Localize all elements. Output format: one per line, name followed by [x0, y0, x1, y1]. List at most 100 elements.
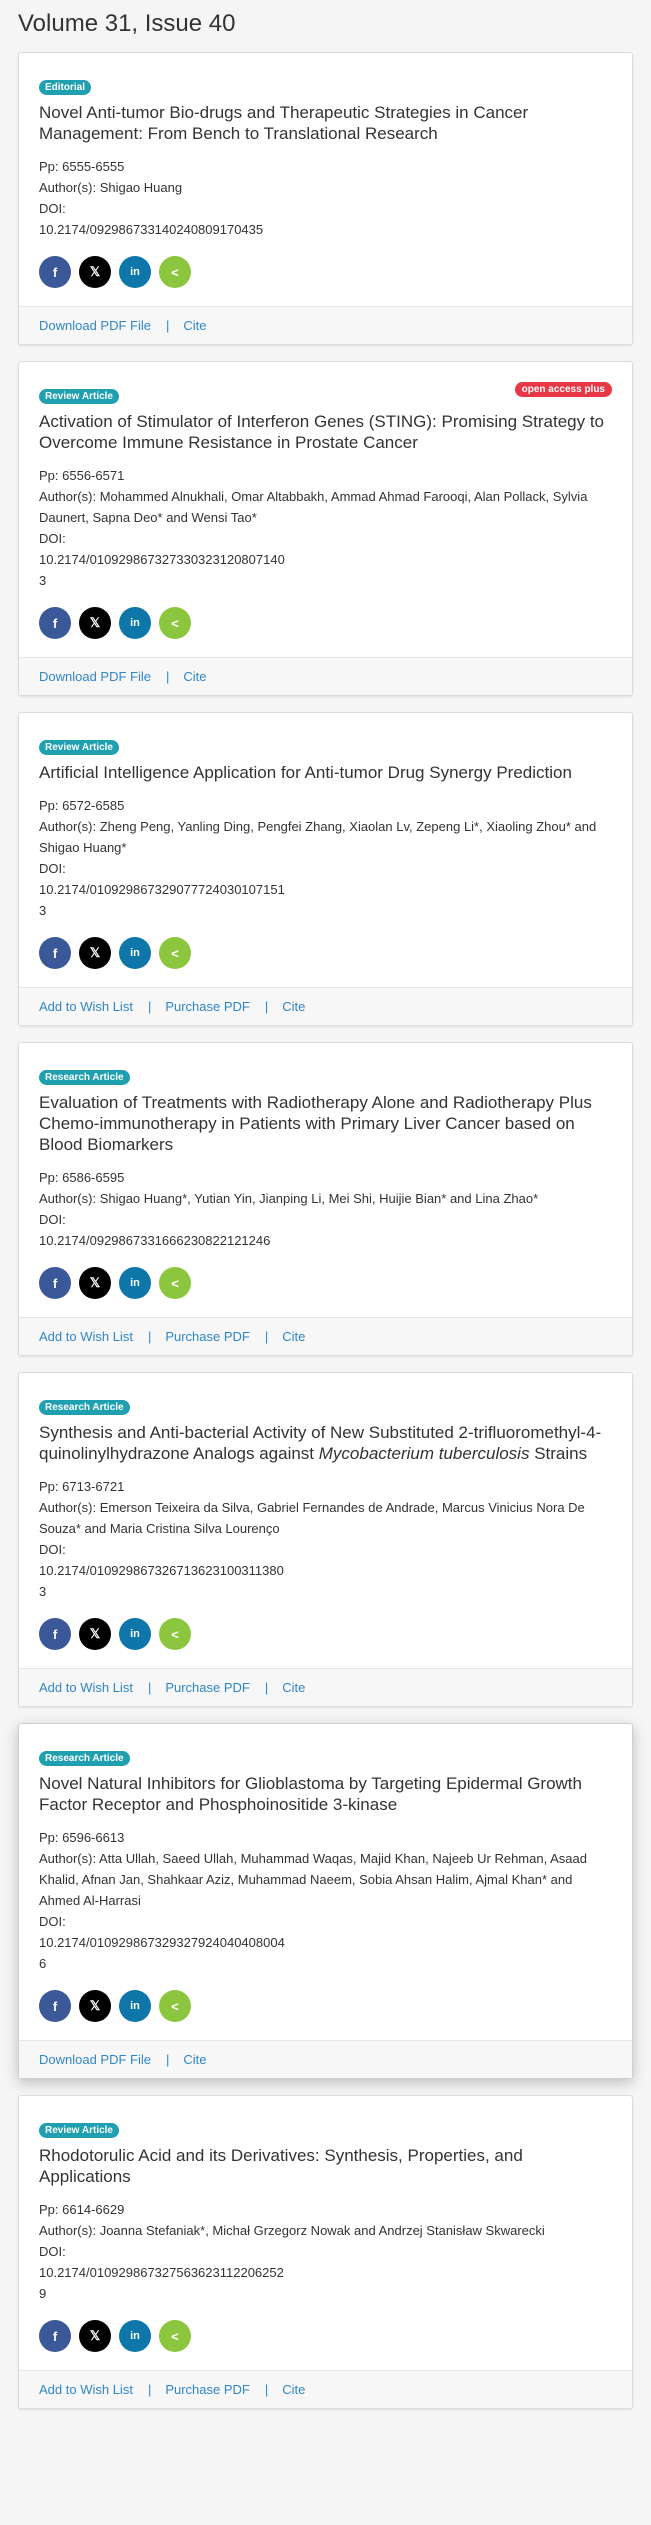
- article-pages: Pp: 6572-6585: [39, 795, 612, 816]
- article-list: Editorial Novel Anti-tumor Bio-drugs and …: [0, 52, 651, 2409]
- add-to-wishlist-link[interactable]: Add to Wish List: [39, 999, 133, 1014]
- purchase-pdf-link[interactable]: Purchase PDF: [165, 2382, 250, 2397]
- share-icon[interactable]: <: [159, 2320, 191, 2352]
- add-to-wishlist-link[interactable]: Add to Wish List: [39, 1680, 133, 1695]
- doi-value[interactable]: 10.2174/092986733140240809170435: [39, 219, 612, 240]
- x-icon[interactable]: 𝕏: [79, 2320, 111, 2352]
- article-title[interactable]: Rhodotorulic Acid and its Derivatives: S…: [39, 2145, 612, 2187]
- share-icon[interactable]: <: [159, 256, 191, 288]
- doi-value[interactable]: 10.2174/0929867331666230822121246: [39, 1230, 612, 1251]
- article-actions: Download PDF File | Cite: [19, 2040, 632, 2078]
- authors-value: Atta Ullah, Saeed Ullah, Muhammad Waqas,…: [39, 1851, 587, 1908]
- share-icon[interactable]: <: [159, 937, 191, 969]
- cite-link[interactable]: Cite: [282, 2382, 305, 2397]
- linkedin-icon[interactable]: in: [119, 1618, 151, 1650]
- authors-label: Author(s):: [39, 1851, 99, 1866]
- link-separator: |: [264, 1680, 269, 1695]
- facebook-icon[interactable]: f: [39, 1990, 71, 2022]
- pages-value: 6614-6629: [62, 2202, 125, 2217]
- link-separator: |: [147, 2382, 152, 2397]
- article-title[interactable]: Evaluation of Treatments with Radiothera…: [39, 1092, 612, 1155]
- purchase-pdf-link[interactable]: Purchase PDF: [165, 1680, 250, 1695]
- article-title[interactable]: Artificial Intelligence Application for …: [39, 762, 612, 783]
- linkedin-icon[interactable]: in: [119, 256, 151, 288]
- article-body: Review Article Rhodotorulic Acid and its …: [19, 2096, 632, 2370]
- doi-value[interactable]: 10.2174/010929867327330323120807140: [39, 549, 612, 570]
- authors-label: Author(s):: [39, 1500, 100, 1515]
- share-icon[interactable]: <: [159, 607, 191, 639]
- doi-label: DOI:: [39, 1212, 66, 1227]
- facebook-icon[interactable]: f: [39, 2320, 71, 2352]
- doi-value[interactable]: 10.2174/010929867326713623100311380: [39, 1560, 612, 1581]
- x-icon[interactable]: 𝕏: [79, 1267, 111, 1299]
- article-title-part: Strains: [529, 1444, 588, 1463]
- article-authors: Author(s): Shigao Huang*, Yutian Yin, Ji…: [39, 1188, 612, 1209]
- link-separator: |: [264, 1329, 269, 1344]
- facebook-icon[interactable]: f: [39, 937, 71, 969]
- cite-link[interactable]: Cite: [282, 1680, 305, 1695]
- article-type-badge: Review Article: [39, 2123, 119, 2138]
- linkedin-icon[interactable]: in: [119, 607, 151, 639]
- article-card: Research Article Evaluation of Treatments…: [18, 1042, 633, 1356]
- pages-label: Pp:: [39, 2202, 63, 2217]
- link-separator: |: [166, 2052, 170, 2067]
- facebook-icon[interactable]: f: [39, 1267, 71, 1299]
- pages-label: Pp:: [39, 1830, 63, 1845]
- linkedin-icon[interactable]: in: [119, 2320, 151, 2352]
- citation-count: 3: [39, 1584, 47, 1599]
- pages-label: Pp:: [39, 468, 63, 483]
- doi-value[interactable]: 10.2174/010929867327563623112206252: [39, 2262, 612, 2283]
- citation-count: 3: [39, 903, 47, 918]
- share-icon[interactable]: <: [159, 1618, 191, 1650]
- doi-value[interactable]: 10.2174/010929867329327924040408004: [39, 1932, 612, 1953]
- article-authors: Author(s): Joanna Stefaniak*, Michał Grz…: [39, 2220, 612, 2241]
- cite-link[interactable]: Cite: [183, 318, 206, 333]
- cite-link[interactable]: Cite: [183, 2052, 206, 2067]
- link-separator: |: [147, 1329, 152, 1344]
- article-type-badge: Research Article: [39, 1751, 130, 1766]
- article-type-badge: Review Article: [39, 389, 119, 404]
- linkedin-icon[interactable]: in: [119, 1267, 151, 1299]
- doi-value[interactable]: 10.2174/010929867329077724030107151: [39, 879, 612, 900]
- x-icon[interactable]: 𝕏: [79, 256, 111, 288]
- article-title[interactable]: Activation of Stimulator of Interferon G…: [39, 411, 612, 453]
- facebook-icon[interactable]: f: [39, 607, 71, 639]
- linkedin-icon[interactable]: in: [119, 937, 151, 969]
- download-pdf-link[interactable]: Download PDF File: [39, 2052, 151, 2067]
- x-icon[interactable]: 𝕏: [79, 1618, 111, 1650]
- purchase-pdf-link[interactable]: Purchase PDF: [165, 999, 250, 1014]
- cite-link[interactable]: Cite: [282, 999, 305, 1014]
- share-buttons: f 𝕏in <: [39, 591, 612, 657]
- article-body: Research Article Synthesis and Anti-bacte…: [19, 1373, 632, 1668]
- add-to-wishlist-link[interactable]: Add to Wish List: [39, 1329, 133, 1344]
- article-type-badge: Research Article: [39, 1400, 130, 1415]
- article-actions: Add to Wish List | Purchase PDF | Cite: [19, 987, 632, 1025]
- share-icon[interactable]: <: [159, 1267, 191, 1299]
- cite-link[interactable]: Cite: [282, 1329, 305, 1344]
- article-title[interactable]: Synthesis and Anti-bacterial Activity of…: [39, 1422, 612, 1464]
- x-icon[interactable]: 𝕏: [79, 607, 111, 639]
- linkedin-icon[interactable]: in: [119, 1990, 151, 2022]
- facebook-icon[interactable]: f: [39, 1618, 71, 1650]
- citation-count: 9: [39, 2286, 47, 2301]
- pages-value: 6572-6585: [62, 798, 125, 813]
- share-buttons: f 𝕏in <: [39, 240, 612, 306]
- authors-label: Author(s):: [39, 2223, 100, 2238]
- purchase-pdf-link[interactable]: Purchase PDF: [165, 1329, 250, 1344]
- facebook-icon[interactable]: f: [39, 256, 71, 288]
- add-to-wishlist-link[interactable]: Add to Wish List: [39, 2382, 133, 2397]
- page-title: Volume 31, Issue 40: [18, 10, 236, 37]
- cite-link[interactable]: Cite: [183, 669, 206, 684]
- article-authors: Author(s): Atta Ullah, Saeed Ullah, Muha…: [39, 1848, 612, 1911]
- link-separator: |: [264, 999, 269, 1014]
- share-icon[interactable]: <: [159, 1990, 191, 2022]
- pages-value: 6713-6721: [62, 1479, 125, 1494]
- article-title[interactable]: Novel Natural Inhibitors for Glioblastom…: [39, 1773, 612, 1815]
- x-icon[interactable]: 𝕏: [79, 1990, 111, 2022]
- article-title[interactable]: Novel Anti-tumor Bio-drugs and Therapeut…: [39, 102, 612, 144]
- x-icon[interactable]: 𝕏: [79, 937, 111, 969]
- share-buttons: f 𝕏in <: [39, 2304, 612, 2370]
- download-pdf-link[interactable]: Download PDF File: [39, 318, 151, 333]
- article-actions: Add to Wish List | Purchase PDF | Cite: [19, 2370, 632, 2408]
- download-pdf-link[interactable]: Download PDF File: [39, 669, 151, 684]
